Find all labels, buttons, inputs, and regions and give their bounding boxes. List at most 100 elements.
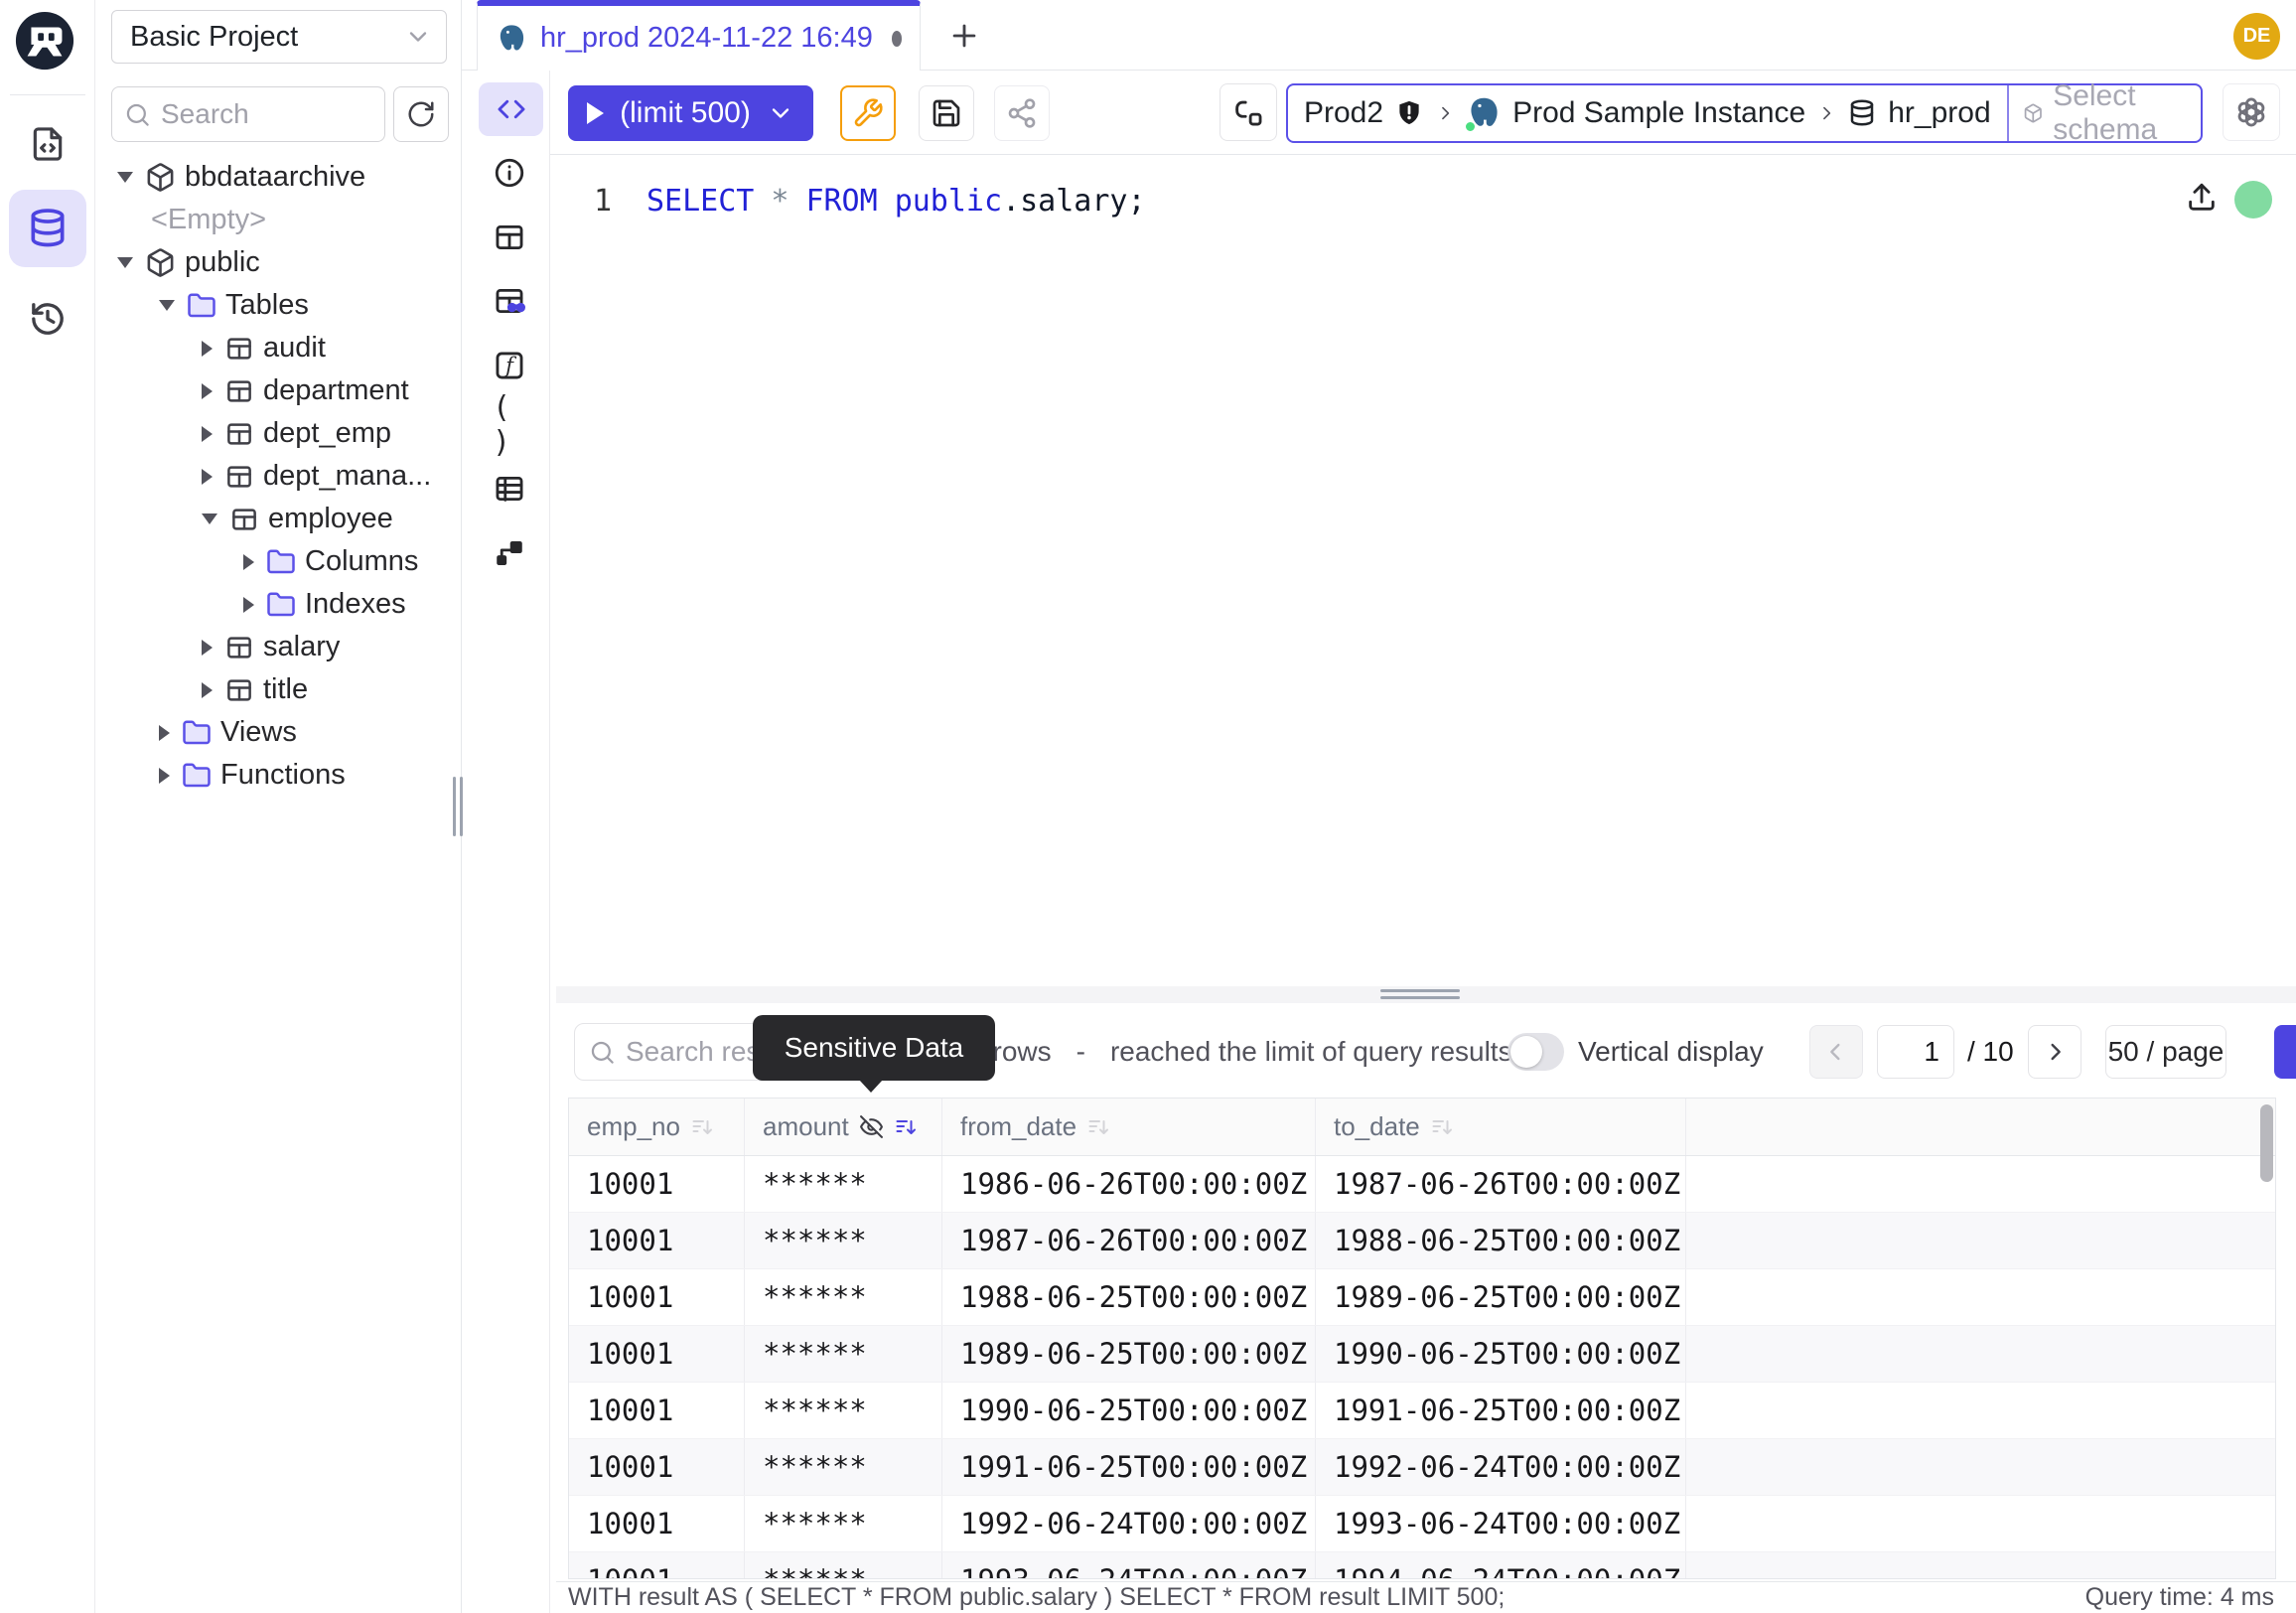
schema-cube-icon <box>2023 98 2044 128</box>
caret-right-icon[interactable] <box>202 341 213 357</box>
tree-item-dept-emp[interactable]: dept_emp <box>95 412 460 455</box>
schema-diagram-button[interactable] <box>493 536 526 570</box>
postgres-icon <box>1466 95 1502 131</box>
page-number-input[interactable] <box>1877 1025 1954 1079</box>
column-header-from-date[interactable]: from_date <box>942 1099 1316 1155</box>
tree-item-functions[interactable]: Functions <box>95 754 460 797</box>
schema-selector[interactable]: Select schema <box>2007 85 2201 141</box>
table-row: 10001******1990-06-25T00:00:00Z1991-06-2… <box>569 1383 2275 1439</box>
tree-item-audit[interactable]: audit <box>95 327 460 369</box>
caret-right-icon[interactable] <box>202 682 213 698</box>
caret-right-icon[interactable] <box>159 768 170 784</box>
caret-right-icon[interactable] <box>202 469 213 485</box>
tree-item-dept-manager[interactable]: dept_mana... <box>95 455 460 498</box>
main-area: hr_prod 2024-11-22 16:49 DE (limit 500) … <box>462 0 2296 1613</box>
sort-icon[interactable] <box>1430 1115 1454 1139</box>
table-icon <box>493 220 526 254</box>
caret-down-icon[interactable] <box>159 300 175 311</box>
sql-editor-surface[interactable]: 1 SELECT * FROM public.salary; <box>550 155 2296 986</box>
tree-item-public[interactable]: public <box>95 241 460 284</box>
table-row: 10001******1987-06-26T00:00:00Z1988-06-2… <box>569 1213 2275 1269</box>
export-button[interactable] <box>2274 1025 2296 1079</box>
caret-right-icon[interactable] <box>159 725 170 741</box>
wrench-icon <box>852 97 884 129</box>
external-tables-panel-button[interactable] <box>493 472 526 506</box>
upload-icon[interactable] <box>2185 181 2219 215</box>
tree-item-indexes[interactable]: Indexes <box>95 583 460 626</box>
breadcrumb[interactable]: Prod2 Prod Sample Instance hr_prod <box>1288 85 2007 141</box>
sensitive-data-tooltip: Sensitive Data <box>753 1015 995 1081</box>
tables-panel-button[interactable] <box>493 220 526 254</box>
next-page-button[interactable] <box>2028 1025 2081 1079</box>
caret-right-icon[interactable] <box>202 426 213 442</box>
sidebar-search-input[interactable] <box>161 98 372 130</box>
table-row: 10001******1988-06-25T00:00:00Z1989-06-2… <box>569 1269 2275 1326</box>
tree-item-views[interactable]: Views <box>95 711 460 754</box>
eye-off-icon[interactable] <box>859 1114 884 1139</box>
tree-item-salary[interactable]: salary <box>95 626 460 668</box>
functions-panel-button[interactable] <box>493 349 526 382</box>
caret-right-icon[interactable] <box>202 383 213 399</box>
save-button[interactable] <box>919 85 974 141</box>
procedures-panel-button[interactable]: ( ) <box>493 408 526 442</box>
tree-item-employee[interactable]: employee <box>95 498 460 540</box>
chevron-down-icon[interactable] <box>767 99 794 127</box>
sql-table: .salary; <box>1002 184 1146 219</box>
vertical-display-toggle[interactable] <box>1507 1033 1564 1071</box>
search-icon <box>124 101 151 128</box>
folder-icon <box>182 718 212 748</box>
sort-icon[interactable] <box>894 1115 918 1139</box>
status-bar: WITH result AS ( SELECT * FROM public.sa… <box>556 1581 2296 1613</box>
connection-button[interactable] <box>1220 83 1277 141</box>
prev-page-button[interactable] <box>1809 1025 1863 1079</box>
sidebar-search[interactable] <box>111 86 385 142</box>
sort-icon[interactable] <box>1086 1115 1110 1139</box>
column-header-emp-no[interactable]: emp_no <box>569 1099 745 1155</box>
admin-mode-button[interactable] <box>840 85 896 141</box>
schema-cube-icon <box>145 247 176 278</box>
connection-breadcrumb[interactable]: Prod2 Prod Sample Instance hr_prod Selec… <box>1286 83 2203 143</box>
connection-health-dot <box>2234 181 2272 219</box>
bytebase-logo[interactable] <box>14 10 75 72</box>
worksheet-icon[interactable] <box>0 125 95 163</box>
tree-item-columns[interactable]: Columns <box>95 540 460 583</box>
ai-assistant-button[interactable] <box>2223 83 2280 141</box>
tree-item-title[interactable]: title <box>95 668 460 711</box>
vertical-display-label: Vertical display <box>1578 1023 1764 1081</box>
caret-right-icon[interactable] <box>202 640 213 656</box>
caret-down-icon[interactable] <box>117 257 133 268</box>
run-query-button[interactable]: (limit 500) <box>568 85 813 141</box>
column-header-to-date[interactable]: to_date <box>1316 1099 1686 1155</box>
sidebar: Basic Project bbdataarchive <Empty> publ… <box>95 0 462 1613</box>
sort-icon[interactable] <box>690 1115 714 1139</box>
caret-down-icon[interactable] <box>117 172 133 183</box>
tab-title: hr_prod 2024-11-22 16:49 <box>540 22 873 55</box>
schema-cube-icon <box>145 162 176 193</box>
refresh-button[interactable] <box>393 86 449 142</box>
database-nav-active[interactable] <box>9 190 86 267</box>
info-panel-button[interactable] <box>493 156 526 190</box>
table-row: 10001******1992-06-24T00:00:00Z1993-06-2… <box>569 1496 2275 1552</box>
add-tab-button[interactable] <box>940 12 988 60</box>
history-icon[interactable] <box>0 299 95 339</box>
results-summary: 500 rows - reached the limit of query re… <box>938 1023 1512 1081</box>
caret-down-icon[interactable] <box>202 513 217 524</box>
project-selector[interactable]: Basic Project <box>111 10 447 64</box>
panel-resize-handle[interactable] <box>556 986 2296 1003</box>
tree-item-tables[interactable]: Tables <box>95 284 460 327</box>
folder-icon <box>266 547 296 577</box>
tab-hr-prod[interactable]: hr_prod 2024-11-22 16:49 <box>477 0 921 71</box>
tree-item-bbdataarchive[interactable]: bbdataarchive <box>95 156 460 199</box>
caret-right-icon[interactable] <box>243 554 254 570</box>
er-diagram-icon <box>493 536 526 570</box>
grid-scrollbar-thumb[interactable] <box>2260 1104 2273 1182</box>
column-header-amount[interactable]: amount <box>745 1099 942 1155</box>
avatar[interactable]: DE <box>2233 13 2280 60</box>
caret-right-icon[interactable] <box>243 597 254 613</box>
tree-item-department[interactable]: department <box>95 369 460 412</box>
page-size-select[interactable]: 50 / page <box>2105 1025 2226 1079</box>
sensitive-data-panel-button[interactable] <box>493 284 526 318</box>
share-button[interactable] <box>994 85 1050 141</box>
code-panel-button[interactable] <box>479 82 543 136</box>
nav-rail <box>0 0 95 1613</box>
